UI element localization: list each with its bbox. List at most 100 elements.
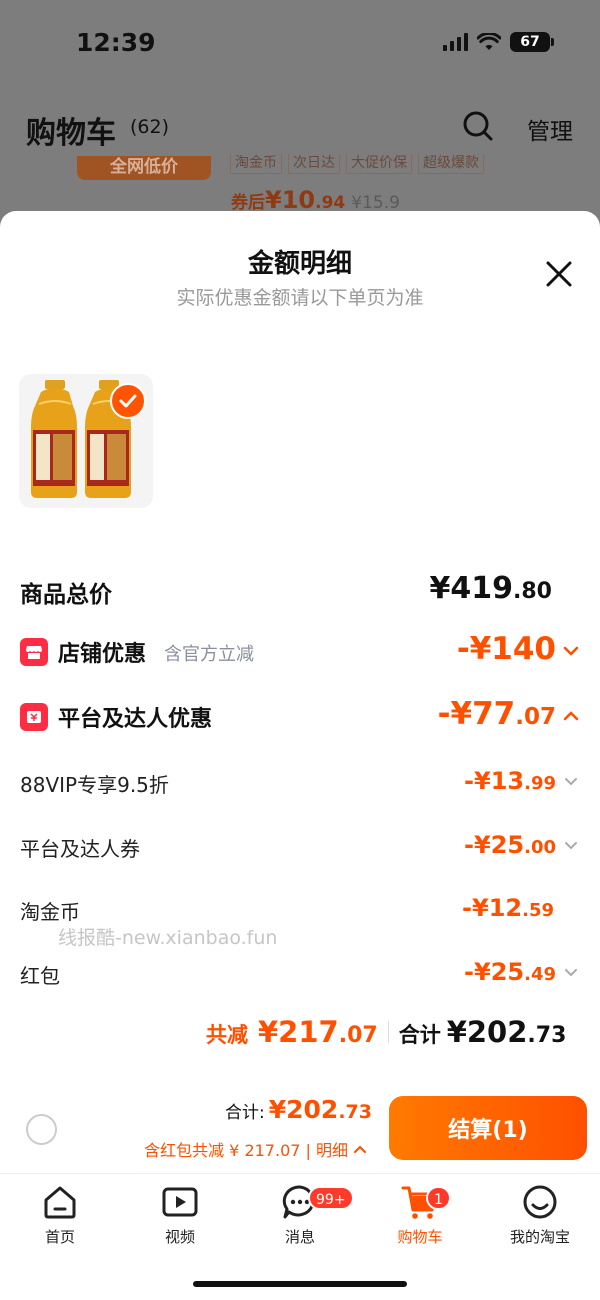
summary-total-amount: ¥202.73 [447,1015,567,1049]
discount-item-int: -¥12 [462,894,523,922]
checkout-detail-text: 含红包共减 ¥ 217.07 | 明细 [144,1141,348,1160]
chevron-down-icon [565,778,577,786]
product-tag: 大促价保 [346,154,412,174]
saved-label: 共减 [206,1023,248,1047]
video-icon [162,1187,198,1217]
total-price-value: ¥419.80 [430,571,552,606]
saved-int: ¥217 [258,1015,339,1049]
product-tag: 淘金币 [230,154,282,174]
discount-summary: 共减 ¥217.07 合计 ¥202.73 [206,1015,566,1049]
price-dec: .94 [315,193,346,213]
saved-dec: .07 [338,1023,378,1048]
summary-total-label: 合计 [398,1023,441,1047]
checkout-total-amount: ¥202.73 [269,1095,372,1124]
checkout-total-dec: .73 [338,1101,372,1123]
search-icon[interactable] [462,110,494,142]
status-icons: 67 [443,32,554,52]
discount-item-row[interactable]: 红包 -¥25.49 [20,956,580,992]
product-tag: 次日达 [288,154,340,174]
divider [387,1021,389,1043]
background-price: 券后¥10.94 ¥15.9 [231,186,400,214]
store-icon [20,638,48,666]
chevron-down-icon [565,969,577,977]
discount-item-value: -¥12.59 [462,894,554,922]
price-int: ¥10 [265,186,316,214]
store-discount-note: 含官方立减 [164,644,254,665]
tab-label: 视频 [164,1228,195,1246]
chevron-down-icon [565,842,577,850]
chevron-up-icon [563,711,579,721]
tab-profile[interactable]: 我的淘宝 [480,1182,600,1247]
tab-video[interactable]: 视频 [120,1182,240,1247]
selected-check-icon[interactable] [110,383,146,419]
checkout-button[interactable]: 结算(1) [389,1096,587,1160]
amount-detail-sheet: 金额明细 实际优惠金额请以下单页为准 商品总价 ¥419 .80 店铺优惠 含官… [0,211,600,1300]
total-price-label: 商品总价 [20,582,112,608]
select-all-radio[interactable] [26,1114,57,1145]
lowprice-badge: 全网低价 [77,156,211,180]
home-indicator [193,1281,407,1287]
tab-cart[interactable]: 购物车 1 [360,1182,480,1247]
platform-discount-label: 平台及达人优惠 [58,707,213,732]
summary-total-dec: .73 [527,1023,567,1048]
discount-item-int: -¥25 [464,831,525,859]
page-title: 购物车 [26,116,116,151]
total-price-int: ¥419 [429,571,514,606]
checkout-total: 合计: ¥202.73 [225,1095,372,1124]
checkout-total-label: 合计: [225,1103,265,1123]
wifi-icon [477,33,501,50]
tab-label: 消息 [284,1228,315,1246]
tab-home[interactable]: 首页 [0,1182,120,1247]
discount-item-dec: .59 [522,900,554,921]
platform-discount-value: -¥77.07 [438,696,580,732]
chevron-up-icon [354,1145,366,1153]
platform-discount-dec: .07 [515,704,556,730]
tab-messages[interactable]: 消息 99+ [240,1182,360,1247]
watermark: 线报酷-new.xianbao.fun [58,927,278,949]
background-cart-page: 12:39 67 购物车 (62) 管理 全网低价 淘金币 次日达 大促价保 超… [0,0,600,240]
sheet-title: 金额明细 [247,249,352,279]
battery-icon: 67 [510,32,554,52]
discount-item-label: 平台及达人券 [20,837,140,861]
discount-item-int: -¥25 [464,958,525,986]
discount-item-label: 淘金币 [20,900,80,924]
checkout-detail-link[interactable]: 含红包共减 ¥ 217.07 | 明细 [144,1137,368,1161]
discount-item-value: -¥25.49 [464,958,580,986]
tab-label: 购物车 [397,1228,443,1246]
total-price-dec: .80 [513,579,552,604]
discount-item-dec: .00 [524,837,556,858]
cart-count: (62) [130,116,170,138]
original-price: ¥15.9 [351,193,400,213]
platform-discount-int: -¥77 [437,696,516,732]
discount-item-dec: .49 [524,964,556,985]
cart-badge: 1 [426,1186,451,1210]
store-discount-label: 店铺优惠 [58,642,147,667]
store-discount-value: -¥140 [457,631,580,667]
status-time: 12:39 [76,28,156,57]
signal-icon [443,33,468,51]
saved-amount: ¥217.07 [258,1015,378,1049]
close-icon[interactable] [544,259,574,289]
sheet-subtitle: 实际优惠金额请以下单页为准 [176,287,424,309]
discount-item-label: 88VIP专享9.5折 [20,773,169,797]
platform-discount-row[interactable]: 平台及达人优惠 -¥77.07 [20,696,580,738]
tab-label: 首页 [44,1228,75,1246]
discount-item-value: -¥25.00 [464,831,580,859]
discount-item-int: -¥13 [464,767,525,795]
price-prefix: 券后 [231,193,265,213]
product-tags: 淘金币 次日达 大促价保 超级爆款 [230,154,484,174]
coupon-icon [20,703,48,731]
discount-item-row[interactable]: 平台及达人券 -¥25.00 [20,829,580,865]
profile-icon [523,1185,557,1219]
chevron-down-icon [563,646,579,656]
discount-item-value: -¥13.99 [464,767,580,795]
manage-button[interactable]: 管理 [527,112,573,146]
store-discount-row[interactable]: 店铺优惠 含官方立减 -¥140 [20,631,580,673]
summary-total-int: ¥202 [446,1015,528,1049]
store-discount-amount: -¥140 [456,631,556,667]
product-tag: 超级爆款 [418,154,484,174]
message-badge: 99+ [308,1186,354,1210]
tab-label: 我的淘宝 [509,1228,570,1246]
checkout-total-int: ¥202 [268,1095,339,1124]
discount-item-row[interactable]: 88VIP专享9.5折 -¥13.99 [20,765,580,801]
